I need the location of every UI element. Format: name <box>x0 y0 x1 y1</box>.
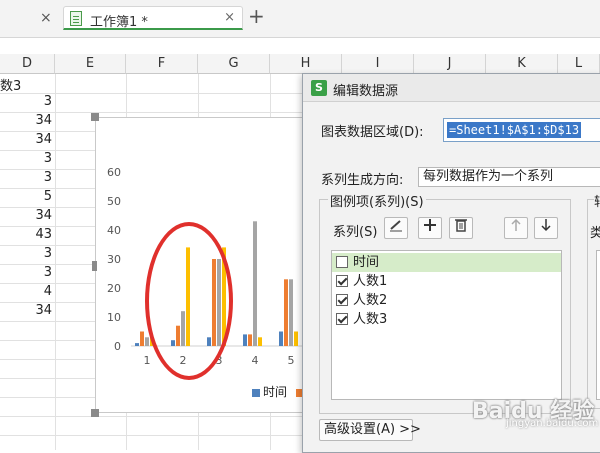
series-name: 时间 <box>353 255 380 270</box>
column-header-j[interactable]: J <box>414 54 486 74</box>
new-tab-plus-icon[interactable]: + <box>248 5 265 27</box>
bar-人数2-1 <box>145 337 149 346</box>
chart-legend: 时间 <box>252 383 307 400</box>
spreadsheet-doc-icon <box>70 11 82 26</box>
series-checkbox[interactable] <box>336 256 348 268</box>
app-logo-icon: S <box>311 80 327 96</box>
cell-d6[interactable]: 3 <box>0 170 54 185</box>
series-item-renshu3[interactable]: 人数3 <box>332 310 561 329</box>
tab-bar: × 工作簿1 * × + <box>0 0 600 38</box>
column-header-g[interactable]: G <box>198 54 270 74</box>
cell-d9[interactable]: 43 <box>0 227 54 242</box>
series-name: 人数2 <box>353 293 388 308</box>
legend-series-group-title: 图例项(系列)(S) <box>328 191 426 210</box>
series-checkbox[interactable] <box>336 313 348 325</box>
bar-人数3-5 <box>294 331 298 346</box>
category-label: 类 <box>590 226 600 241</box>
bar-人数1-1 <box>140 331 144 346</box>
series-checkbox[interactable] <box>336 294 348 306</box>
column-header-i[interactable]: I <box>342 54 414 74</box>
y-tick-label: 50 <box>107 195 121 208</box>
x-tick-label: 1 <box>144 354 151 367</box>
series-checkbox[interactable] <box>336 275 348 287</box>
column-header-k[interactable]: K <box>486 54 558 74</box>
chart-range-value: =Sheet1!$A$1:$D$13 <box>447 122 582 138</box>
cell-d5[interactable]: 3 <box>0 151 54 166</box>
series-direction-label: 系列生成方向: <box>321 173 404 188</box>
column-header-l[interactable]: L <box>558 54 600 74</box>
cell-d12[interactable]: 4 <box>0 284 54 299</box>
cell-d10[interactable]: 3 <box>0 246 54 261</box>
delete-series-trash-icon[interactable] <box>449 217 473 239</box>
cell-d7[interactable]: 5 <box>0 189 54 204</box>
column-header-e[interactable]: E <box>55 54 126 74</box>
dialog-title: 编辑数据源 <box>333 84 399 99</box>
chart-range-input[interactable]: =Sheet1!$A$1:$D$13 <box>443 118 600 142</box>
y-tick-label: 40 <box>107 224 121 237</box>
bar-人数2-4 <box>253 221 257 346</box>
legend-swatch <box>252 388 260 397</box>
tab-close-icon[interactable]: × <box>224 10 235 25</box>
y-tick-label: 60 <box>107 166 121 179</box>
y-tick-label: 30 <box>107 253 121 266</box>
workbook-tab-title: 工作簿1 * <box>90 15 148 30</box>
bar-人数1-4 <box>248 334 252 346</box>
resize-handle[interactable] <box>91 409 99 417</box>
annotation-ellipse <box>145 222 233 380</box>
series-direction-select[interactable]: 每列数据作为一个系列 <box>418 167 600 187</box>
legend-label-shijian: 时间 <box>263 385 288 399</box>
cell-d11[interactable]: 3 <box>0 265 54 280</box>
bar-人数3-4 <box>258 337 262 346</box>
series-list[interactable]: 时间 人数1 人数2 人数3 <box>331 250 562 400</box>
move-down-arrow-icon[interactable] <box>534 217 558 239</box>
edit-series-pencil-icon[interactable] <box>384 217 408 239</box>
x-tick-label: 5 <box>288 354 295 367</box>
column-header-f[interactable]: F <box>126 54 198 74</box>
series-item-renshu2[interactable]: 人数2 <box>332 291 561 310</box>
y-tick-label: 0 <box>114 340 121 353</box>
series-name: 人数3 <box>353 312 388 327</box>
series-name: 人数1 <box>353 274 388 289</box>
cell-d3[interactable]: 34 <box>0 113 54 128</box>
series-item-renshu1[interactable]: 人数1 <box>332 272 561 291</box>
bar-时间-5 <box>279 331 283 346</box>
column-header-h[interactable]: H <box>270 54 342 74</box>
axis-group: 轴 类 <box>587 191 600 409</box>
axis-group-title: 轴 <box>594 191 600 210</box>
column-header-d[interactable]: D <box>0 54 55 74</box>
cell-d4[interactable]: 34 <box>0 132 54 147</box>
series-item-shijian[interactable]: 时间 <box>332 253 561 272</box>
bar-时间-1 <box>135 343 139 346</box>
x-tick-label: 4 <box>252 354 259 367</box>
cell-d8[interactable]: 34 <box>0 208 54 223</box>
cell-d13[interactable]: 34 <box>0 303 54 318</box>
cell-d1[interactable]: 数3 <box>0 75 54 94</box>
y-tick-label: 10 <box>107 311 121 324</box>
workbook-tab[interactable]: 工作簿1 * × <box>63 6 243 30</box>
bar-人数1-5 <box>284 279 288 346</box>
baidu-watermark-url: jingyan.baidu.com <box>506 418 599 429</box>
bar-人数2-5 <box>289 279 293 346</box>
series-list-label: 系列(S) <box>333 225 378 240</box>
previous-tab-close-icon[interactable]: × <box>40 10 52 26</box>
advanced-settings-button[interactable]: 高级设置(A) >> <box>319 419 421 441</box>
move-up-arrow-icon[interactable] <box>504 217 528 239</box>
category-list[interactable] <box>596 250 600 400</box>
dialog-title-bar[interactable]: S 编辑数据源 <box>303 74 600 102</box>
y-tick-label: 20 <box>107 282 121 295</box>
bar-时间-4 <box>243 334 247 346</box>
cell-d2[interactable]: 3 <box>0 94 54 109</box>
chart-range-label: 图表数据区域(D): <box>321 125 424 140</box>
add-series-plus-icon[interactable] <box>418 217 442 239</box>
